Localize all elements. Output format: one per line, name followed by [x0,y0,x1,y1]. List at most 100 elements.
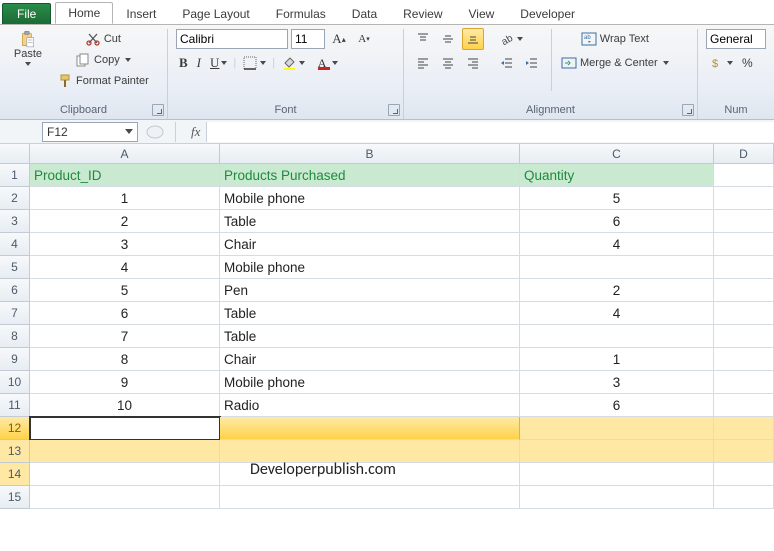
align-right-button[interactable] [462,53,484,73]
cell[interactable]: Chair [220,233,520,256]
cell[interactable]: 9 [30,371,220,394]
align-top-button[interactable] [412,29,434,49]
align-center-button[interactable] [437,53,459,73]
cell[interactable] [714,486,774,509]
cell[interactable]: Table [220,302,520,325]
accounting-format-button[interactable]: $ [706,53,736,73]
cell[interactable] [714,440,774,463]
select-all-corner[interactable] [0,144,30,164]
name-box[interactable]: F12 [42,122,138,142]
cell[interactable]: 4 [30,256,220,279]
bold-button[interactable]: B [176,53,191,73]
dialog-launcher-icon[interactable] [152,104,164,116]
cell[interactable] [520,256,714,279]
cell[interactable]: 6 [30,302,220,325]
cell[interactable] [30,463,220,486]
fill-color-button[interactable] [278,53,308,73]
font-color-button[interactable]: A [311,53,341,73]
cell[interactable] [714,256,774,279]
cell[interactable]: Product_ID [30,164,220,187]
file-tab[interactable]: File [2,3,51,24]
cell[interactable]: 8 [30,348,220,371]
cell[interactable] [30,440,220,463]
tab-data[interactable]: Data [339,3,390,24]
wrap-text-button[interactable]: ab Wrap Text [558,29,672,49]
number-format-select[interactable] [706,29,766,49]
cell[interactable] [714,302,774,325]
cell[interactable] [714,394,774,417]
italic-button[interactable]: I [194,53,204,73]
dialog-launcher-icon[interactable] [388,104,400,116]
worksheet-grid[interactable]: A B C D 1 Product_ID Products Purchased … [0,144,774,509]
cell[interactable] [714,210,774,233]
percent-button[interactable]: % [739,54,756,72]
cell[interactable]: 4 [520,233,714,256]
cell[interactable] [714,325,774,348]
cut-button[interactable]: Cut [54,29,152,49]
col-header-B[interactable]: B [220,144,520,164]
orientation-button[interactable]: ab [496,29,526,49]
dialog-launcher-icon[interactable] [682,104,694,116]
cell[interactable]: Radio [220,394,520,417]
cell[interactable]: Mobile phone [220,187,520,210]
cell[interactable]: 2 [30,210,220,233]
cell[interactable] [714,187,774,210]
cell[interactable]: Mobile phone [220,256,520,279]
row-header[interactable]: 2 [0,187,30,210]
cell[interactable]: 3 [520,371,714,394]
col-header-D[interactable]: D [714,144,774,164]
cell[interactable] [714,279,774,302]
cell[interactable]: 6 [520,394,714,417]
cell[interactable] [220,486,520,509]
tab-insert[interactable]: Insert [113,3,169,24]
tab-review[interactable]: Review [390,3,455,24]
cell[interactable]: Quantity [520,164,714,187]
decrease-indent-button[interactable] [496,53,518,73]
row-header[interactable]: 7 [0,302,30,325]
row-header[interactable]: 1 [0,164,30,187]
row-header[interactable]: 12 [0,417,30,440]
cell[interactable] [714,233,774,256]
cell[interactable] [520,417,714,440]
cell[interactable]: 5 [520,187,714,210]
tab-formulas[interactable]: Formulas [263,3,339,24]
row-header[interactable]: 14 [0,463,30,486]
tab-page-layout[interactable]: Page Layout [169,3,262,24]
tab-developer[interactable]: Developer [507,3,588,24]
row-header[interactable]: 4 [0,233,30,256]
shrink-font-button[interactable]: A▾ [353,29,375,49]
formula-input[interactable] [206,122,774,142]
font-name-select[interactable] [176,29,288,49]
tab-view[interactable]: View [456,3,508,24]
format-painter-button[interactable]: Format Painter [54,71,152,91]
cell[interactable]: 5 [30,279,220,302]
row-header[interactable]: 11 [0,394,30,417]
cell[interactable]: Table [220,325,520,348]
cell[interactable]: Table [220,210,520,233]
increase-indent-button[interactable] [521,53,543,73]
cell[interactable]: Products Purchased [220,164,520,187]
cell[interactable] [714,371,774,394]
grow-font-button[interactable]: A▴ [328,29,350,49]
cell[interactable]: 1 [30,187,220,210]
align-left-button[interactable] [412,53,434,73]
row-header[interactable]: 3 [0,210,30,233]
cell[interactable]: 3 [30,233,220,256]
underline-button[interactable]: U [207,53,230,73]
col-header-C[interactable]: C [520,144,714,164]
cell[interactable]: Mobile phone [220,371,520,394]
row-header[interactable]: 5 [0,256,30,279]
cell[interactable]: Chair [220,348,520,371]
cell[interactable] [714,463,774,486]
merge-center-button[interactable]: Merge & Center [558,53,672,73]
cell[interactable] [520,440,714,463]
cell[interactable] [714,417,774,440]
tab-home[interactable]: Home [55,2,113,24]
cell[interactable] [714,164,774,187]
paste-button[interactable]: Paste [6,29,50,101]
cell[interactable]: Pen [220,279,520,302]
cell[interactable] [220,417,520,440]
cell[interactable]: 6 [520,210,714,233]
borders-button[interactable] [239,53,269,73]
cell[interactable] [714,348,774,371]
